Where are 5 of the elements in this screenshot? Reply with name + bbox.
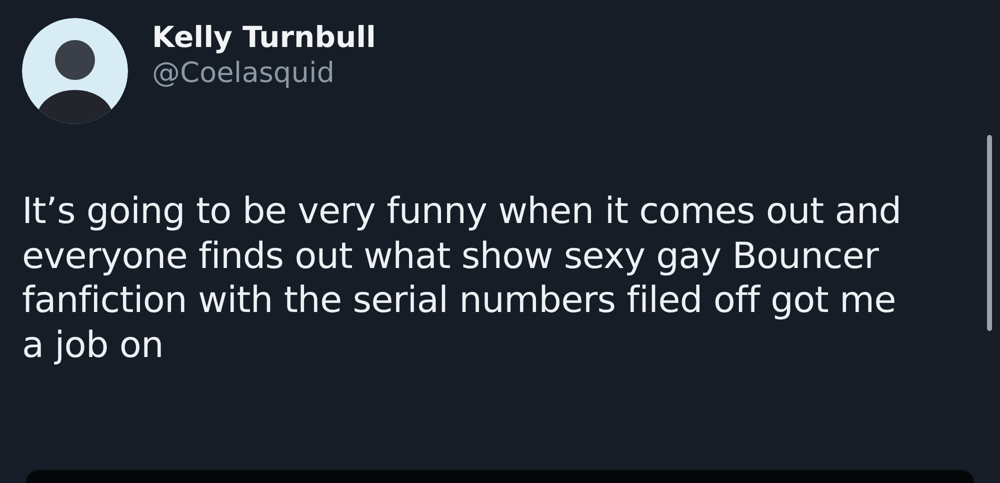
media-card[interactable] bbox=[26, 470, 974, 483]
author-name[interactable]: Kelly Turnbull bbox=[152, 20, 376, 55]
post-text: It’s going to be very funny when it comes out and everyone finds out what show sexy gay Bouncer fanfiction with the serial numbers filed off got me a job on bbox=[22, 190, 902, 368]
author-handle[interactable]: @Coelasquid bbox=[152, 54, 376, 92]
scrollbar[interactable] bbox=[987, 135, 992, 331]
